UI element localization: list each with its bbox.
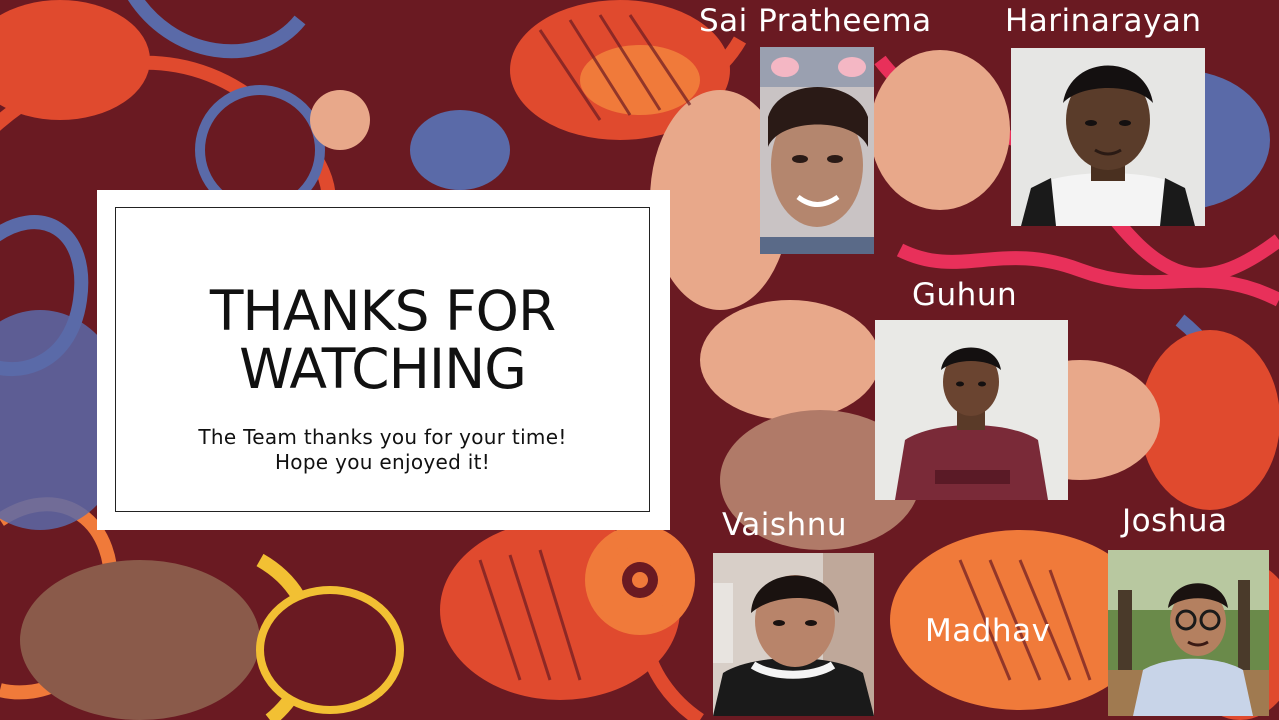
- team-member-name: Vaishnu: [722, 507, 848, 543]
- team-member-name: Harinarayan: [1005, 3, 1202, 39]
- thanks-card: THANKS FOR WATCHING The Team thanks you …: [97, 190, 670, 530]
- slide-subtitle: The Team thanks you for your time! Hope …: [116, 425, 649, 475]
- slide-subtitle-line-1: The Team thanks you for your time!: [198, 425, 567, 449]
- team-member-name: Sai Pratheema: [699, 3, 932, 39]
- slide-title-line-2: WATCHING: [239, 337, 527, 401]
- slide-title: THANKS FOR WATCHING: [116, 282, 649, 398]
- thanks-card-frame: THANKS FOR WATCHING The Team thanks you …: [115, 207, 650, 512]
- team-member-name: Guhun: [912, 277, 1018, 313]
- slide: THANKS FOR WATCHING The Team thanks you …: [0, 0, 1279, 720]
- team-member-photo: [1108, 550, 1269, 716]
- slide-title-line-1: THANKS FOR: [209, 279, 556, 343]
- slide-subtitle-line-2: Hope you enjoyed it!: [274, 450, 491, 474]
- team-member-photo: [713, 553, 874, 716]
- team-member-name: Joshua: [1122, 503, 1228, 539]
- team-member-photo: [875, 320, 1068, 500]
- team-member-name: Madhav: [925, 613, 1051, 649]
- team-member-photo: [760, 47, 874, 254]
- team-member-photo: [1011, 48, 1205, 226]
